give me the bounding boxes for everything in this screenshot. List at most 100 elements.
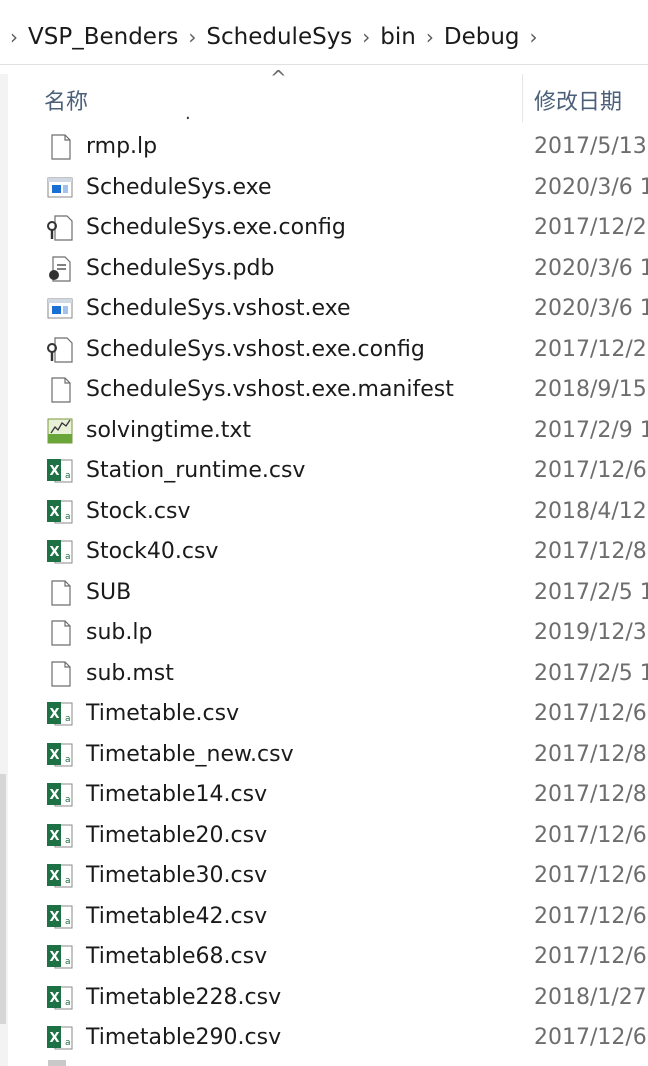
file-date-modified: 2017/12/6 [534, 903, 647, 929]
column-header-date-modified[interactable]: 修改日期 [534, 84, 622, 116]
scrollbar-thumb[interactable] [0, 774, 6, 1024]
file-row[interactable]: ScheduleSys.pdb 2020/3/6 1 [8, 249, 648, 290]
svg-text:a: a [65, 795, 71, 805]
breadcrumb-item-debug[interactable]: Debug [444, 24, 520, 50]
file-row[interactable]: a X Stock.csv 2018/4/12 [8, 492, 648, 533]
file-date-modified: 2017/12/6 [534, 701, 647, 726]
file-date-modified: 2018/1/27 [534, 984, 647, 1010]
file-row[interactable]: a X Timetable30.csv 2017/12/6 [8, 856, 648, 897]
file-row[interactable]: a X Timetable68.csv 2017/12/6 [8, 937, 648, 978]
svg-text:X: X [50, 910, 60, 925]
partially-visible-row: · [185, 108, 191, 120]
file-name[interactable]: Timetable42.csv [86, 903, 267, 931]
svg-text:X: X [50, 748, 60, 763]
file-row[interactable]: a X Timetable_new.csv 2017/12/8 [8, 735, 648, 776]
file-name[interactable]: Station_runtime.csv [86, 457, 305, 485]
address-bar[interactable]: › VSP_Benders › ScheduleSys › bin › Debu… [0, 0, 648, 74]
partially-visible-file-icon [48, 1060, 66, 1066]
file-row[interactable]: rmp.lp 2017/5/13 [8, 127, 648, 168]
file-name[interactable]: Stock40.csv [86, 538, 218, 566]
file-name[interactable]: SUB [86, 579, 131, 607]
file-row[interactable]: a X Timetable290.csv 2017/12/6 [8, 1018, 648, 1059]
file-name[interactable]: ScheduleSys.exe [86, 174, 272, 202]
file-name[interactable]: Stock.csv [86, 498, 190, 526]
file-row[interactable]: ScheduleSys.vshost.exe 2020/3/6 1 [8, 289, 648, 330]
breadcrumb-item-schedulesys[interactable]: ScheduleSys [206, 24, 352, 50]
excel-file-icon: aX [46, 862, 74, 890]
file-date-modified: 2017/5/13 [534, 134, 647, 159]
file-name[interactable]: Timetable30.csv [86, 862, 267, 890]
file-name[interactable]: ScheduleSys.pdb [86, 255, 274, 283]
file-name[interactable]: ScheduleSys.vshost.exe.manifest [86, 376, 454, 404]
file-date-modified: 2020/3/6 1 [534, 174, 648, 200]
excel-file-icon: aX [46, 943, 74, 971]
file-name[interactable]: solvingtime.txt [86, 417, 251, 445]
blank-file-icon [46, 660, 74, 688]
chevron-right-icon[interactable]: › [520, 25, 548, 49]
file-row[interactable]: a X Timetable14.csv 2017/12/8 [8, 775, 648, 816]
breadcrumb-item-vsp-benders[interactable]: VSP_Benders [28, 24, 178, 50]
excel-file-icon: aX [46, 984, 74, 1012]
chevron-right-icon[interactable]: › [416, 25, 444, 49]
svg-text:X: X [50, 991, 60, 1006]
file-name[interactable]: Timetable20.csv [86, 822, 267, 850]
file-date-modified: 2017/12/8 [534, 741, 647, 767]
file-date-modified: 2020/3/6 1 [534, 255, 648, 281]
file-row[interactable]: a X Station_runtime.csv 2017/12/6 [8, 451, 648, 492]
pdb-file-icon [46, 255, 74, 283]
chevron-right-icon[interactable]: › [178, 25, 206, 49]
navigation-pane-edge [0, 74, 8, 1066]
excel-file-icon: aX [46, 1024, 74, 1052]
file-date-modified: 2018/4/12 [534, 498, 647, 524]
file-row[interactable]: ScheduleSys.exe 2020/3/6 1 [8, 168, 648, 209]
file-name[interactable]: sub.mst [86, 660, 174, 688]
config-file-icon [46, 336, 74, 364]
file-name[interactable]: ScheduleSys.vshost.exe [86, 295, 351, 323]
exe-file-icon [46, 174, 74, 202]
svg-text:a: a [65, 917, 71, 927]
file-date-modified: 2018/9/15 [534, 377, 647, 402]
file-list: rmp.lp 2017/5/13 ScheduleSys.exe 2020/3/6 … [8, 127, 648, 1059]
svg-text:X: X [50, 950, 60, 965]
file-row[interactable]: SUB 2017/2/5 1 [8, 573, 648, 614]
file-date-modified: 2017/2/5 1 [534, 660, 648, 686]
file-name[interactable]: ScheduleSys.exe.config [86, 214, 346, 242]
file-name[interactable]: Timetable14.csv [86, 781, 267, 809]
column-header-name[interactable]: 名称 [44, 84, 88, 116]
file-date-modified: 2017/12/6 [534, 944, 647, 969]
file-name[interactable]: Timetable_new.csv [86, 741, 294, 769]
file-name[interactable]: Timetable.csv [86, 700, 239, 728]
breadcrumb-item-bin[interactable]: bin [380, 24, 416, 50]
file-name[interactable]: Timetable68.csv [86, 943, 267, 971]
excel-file-icon: aX [46, 538, 74, 566]
file-row[interactable]: solvingtime.txt 2017/2/9 1 [8, 411, 648, 452]
excel-file-icon: aX [46, 741, 74, 769]
file-row[interactable]: sub.lp 2019/12/3 [8, 613, 648, 654]
file-row[interactable]: ScheduleSys.exe.config 2017/12/2 [8, 208, 648, 249]
svg-text:a: a [65, 512, 71, 522]
file-name[interactable]: rmp.lp [86, 133, 157, 161]
svg-text:a: a [65, 552, 71, 562]
file-row[interactable]: a X Stock40.csv 2017/12/8 [8, 532, 648, 573]
excel-file-icon: aX [46, 781, 74, 809]
chevron-right-icon[interactable]: › [352, 25, 380, 49]
file-row[interactable]: a X Timetable20.csv 2017/12/6 [8, 816, 648, 857]
file-name[interactable]: ScheduleSys.vshost.exe.config [86, 336, 425, 364]
file-row[interactable]: ScheduleSys.vshost.exe.config 2017/12/2 [8, 330, 648, 371]
file-name[interactable]: Timetable228.csv [86, 984, 281, 1012]
file-explorer-window: › VSP_Benders › ScheduleSys › bin › Debu… [0, 0, 648, 1066]
file-row[interactable]: a X Timetable42.csv 2017/12/6 [8, 897, 648, 938]
chevron-right-icon[interactable]: › [0, 25, 28, 49]
blank-file-icon [46, 619, 74, 647]
svg-text:X: X [50, 1031, 60, 1046]
file-row[interactable]: a X Timetable228.csv 2018/1/27 [8, 978, 648, 1019]
column-divider[interactable] [522, 74, 523, 122]
exe-file-icon [46, 295, 74, 323]
breadcrumb[interactable]: › VSP_Benders › ScheduleSys › bin › Debu… [0, 10, 648, 65]
file-name[interactable]: sub.lp [86, 619, 152, 647]
file-row[interactable]: a X Timetable.csv 2017/12/6 [8, 694, 648, 735]
svg-text:a: a [65, 876, 71, 886]
file-row[interactable]: ScheduleSys.vshost.exe.manifest 2018/9/15 [8, 370, 648, 411]
file-row[interactable]: sub.mst 2017/2/5 1 [8, 654, 648, 695]
file-name[interactable]: Timetable290.csv [86, 1024, 281, 1052]
